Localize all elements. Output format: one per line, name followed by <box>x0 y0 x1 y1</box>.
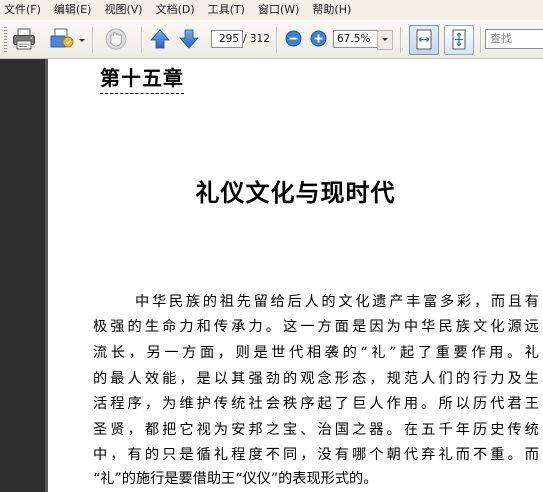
menu-edit[interactable]: 编辑(E) <box>48 0 99 20</box>
up-arrow-icon[interactable] <box>150 29 170 49</box>
paragraph-line: 的最人效能，是以其强劲的观念形态，规范人们的行力及生 <box>93 371 539 387</box>
zoom-input[interactable]: 67.5% <box>333 30 378 48</box>
menu-tools[interactable]: 工具(T) <box>202 0 252 20</box>
paragraph-line: “礼”的施行是要借助王“仪仪”的表现形式的。 <box>93 471 378 487</box>
printer-icon[interactable] <box>12 28 36 50</box>
fit-page-button[interactable] <box>444 25 474 55</box>
menu-window[interactable]: 窗口(W) <box>252 0 306 20</box>
zoom-in-icon[interactable] <box>310 30 327 47</box>
zoom-dropdown-button[interactable] <box>377 30 393 50</box>
fit-width-button[interactable] <box>409 25 439 55</box>
paragraph-line: 流长，另一方面，则是世代相袭的“礼”起了重要作用。礼 <box>93 345 539 361</box>
chapter-title: 礼仪文化与现时代 <box>195 179 396 207</box>
hand-tool-icon[interactable] <box>103 27 129 51</box>
organizer-dropdown-icon[interactable] <box>79 39 85 42</box>
toolbar: 295 / 312 67.5% 查找 <box>0 20 543 59</box>
menu-view[interactable]: 视图(V) <box>98 0 149 20</box>
document-page[interactable]: 第十五章 礼仪文化与现时代 中华民族的祖先留给后人的文化遗产丰富多彩，而且有 极… <box>48 59 543 492</box>
search-input[interactable]: 查找 <box>485 29 543 49</box>
page-number-input[interactable]: 295 <box>211 30 243 48</box>
page-total: / 312 <box>243 33 270 45</box>
fit-page-icon <box>452 29 466 50</box>
menu-file[interactable]: 文件(F) <box>0 0 48 20</box>
menu-bar: 文件(F) 编辑(E) 视图(V) 文档(D) 工具(T) 窗口(W) 帮助(H… <box>0 0 543 21</box>
organizer-icon[interactable] <box>49 27 75 51</box>
paragraph-line: 圣贤，都把它视为安邦之宝、治国之器。在五千年历史传统 <box>93 422 539 438</box>
fit-width-icon <box>416 29 432 50</box>
navigation-pane[interactable] <box>0 59 45 492</box>
paragraph-line: 极强的生命力和传承力。这一方面是因为中华民族文化源远 <box>93 319 539 335</box>
toolbar-grip[interactable] <box>4 27 7 53</box>
down-arrow-icon[interactable] <box>179 29 199 49</box>
chevron-down-icon <box>382 38 388 41</box>
paragraph-line: 中华民族的祖先留给后人的文化遗产丰富多彩，而且有 <box>135 294 539 310</box>
menu-help[interactable]: 帮助(H) <box>306 0 358 20</box>
paragraph-line: 活程序，为维护传统社会秩序起了巨人作用。所以历代君王 <box>93 396 539 412</box>
menu-document[interactable]: 文档(D) <box>150 0 202 20</box>
chapter-heading: 第十五章 <box>100 62 184 94</box>
zoom-out-icon[interactable] <box>285 30 302 47</box>
paragraph-line: 中，有的只是循礼程度不同，没有哪个朝代弃礼而不重。而 <box>93 447 539 463</box>
